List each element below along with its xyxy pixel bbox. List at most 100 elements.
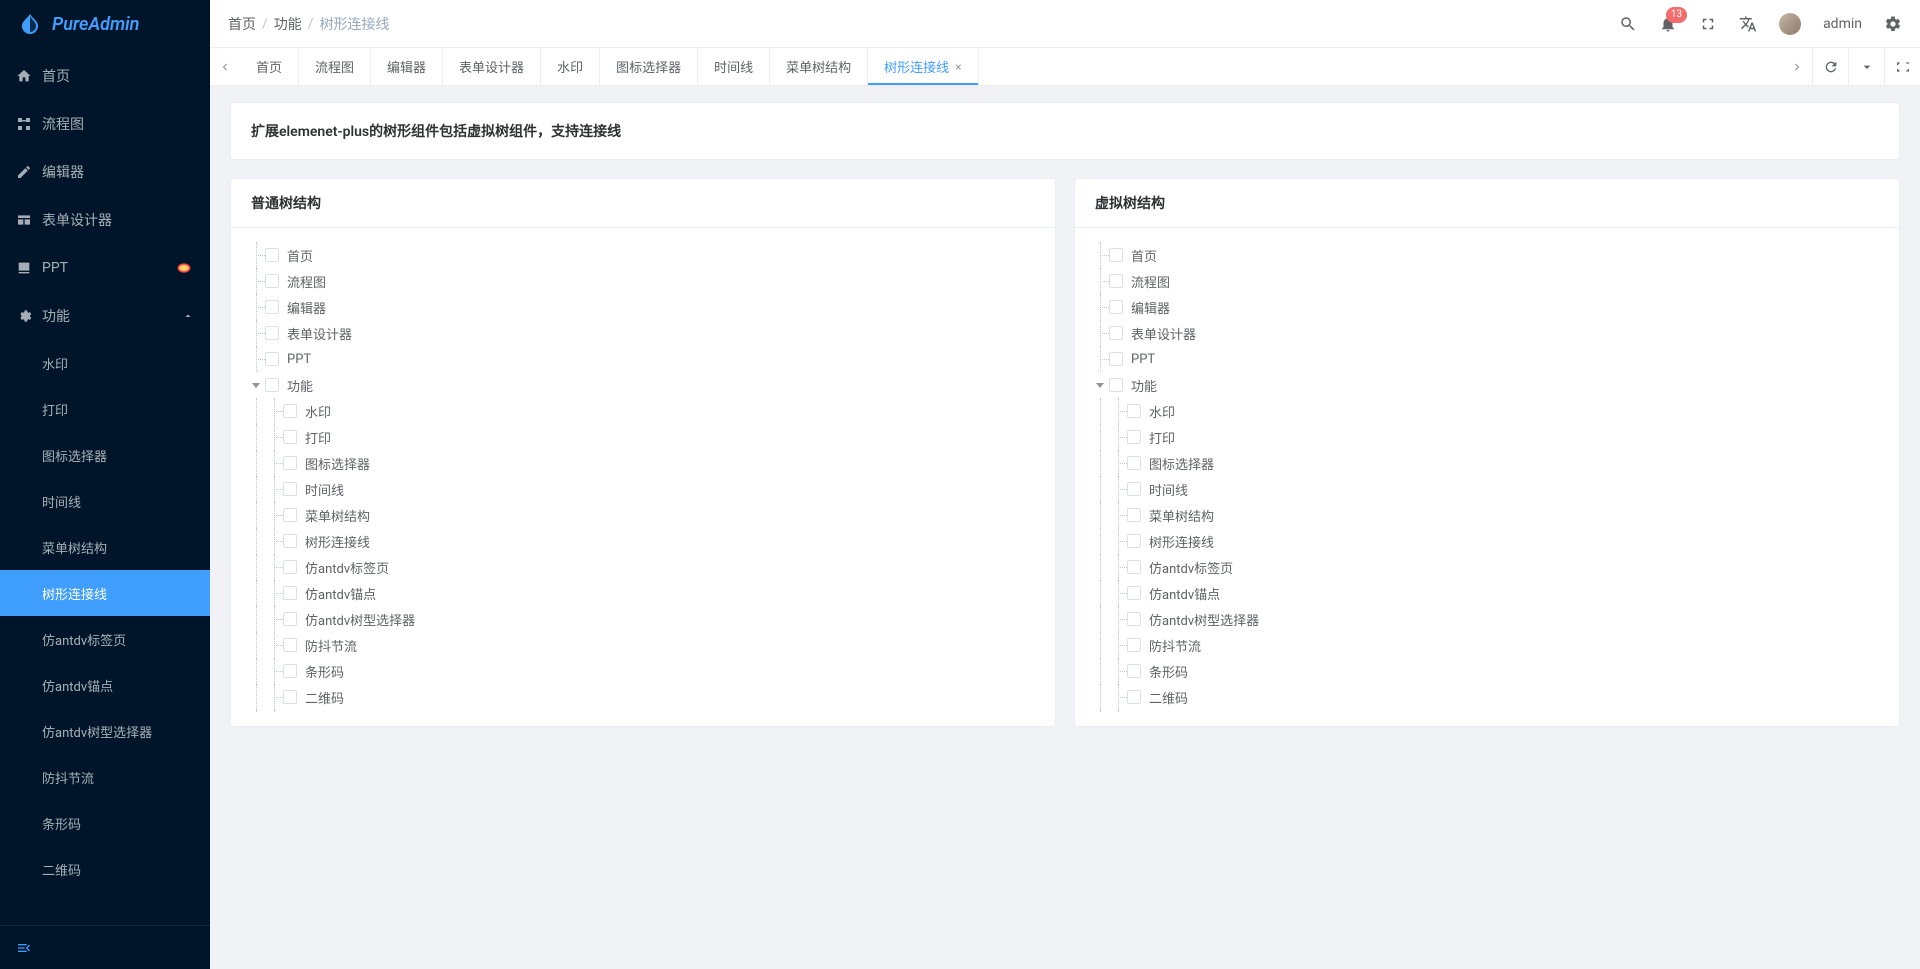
tree-node[interactable]: 仿antdv树型选择器 xyxy=(1091,606,1889,632)
tree-node[interactable]: 编辑器 xyxy=(1091,294,1889,320)
tree-node[interactable]: 仿antdv树型选择器 xyxy=(247,606,1045,632)
language-icon[interactable] xyxy=(1739,15,1757,33)
sidebar-item-编辑器[interactable]: 编辑器 xyxy=(0,148,210,196)
tree-normal[interactable]: 首页流程图编辑器表单设计器PPT功能水印打印图标选择器时间线菜单树结构树形连接线… xyxy=(247,242,1051,712)
tree-node[interactable]: 首页 xyxy=(1091,242,1889,268)
tree-node[interactable]: PPT xyxy=(1091,346,1889,372)
tab-水印[interactable]: 水印 xyxy=(541,48,600,85)
tree-checkbox[interactable] xyxy=(265,378,279,392)
close-icon[interactable]: × xyxy=(955,60,961,74)
tree-node[interactable]: 时间线 xyxy=(247,476,1045,502)
logo[interactable]: PureAdmin xyxy=(0,0,210,48)
tree-node[interactable]: 树形连接线 xyxy=(247,528,1045,554)
tabs-prev-button[interactable] xyxy=(210,48,240,85)
tab-树形连接线[interactable]: 树形连接线× xyxy=(868,48,978,85)
tree-checkbox[interactable] xyxy=(283,534,297,548)
tree-checkbox[interactable] xyxy=(1127,638,1141,652)
tree-node[interactable]: 表单设计器 xyxy=(1091,320,1889,346)
tab-编辑器[interactable]: 编辑器 xyxy=(371,48,443,85)
tree-node[interactable]: 功能 xyxy=(247,372,1045,398)
collapse-sidebar-button[interactable] xyxy=(0,925,210,969)
breadcrumb-item[interactable]: 功能 xyxy=(274,14,302,34)
tree-checkbox[interactable] xyxy=(1109,248,1123,262)
notifications-icon[interactable]: 13 xyxy=(1659,15,1677,33)
tree-node[interactable]: 图标选择器 xyxy=(247,450,1045,476)
tree-checkbox[interactable] xyxy=(1109,274,1123,288)
sidebar-subitem-仿antdv标签页[interactable]: 仿antdv标签页 xyxy=(0,616,210,662)
tree-node[interactable]: 编辑器 xyxy=(247,294,1045,320)
tree-node[interactable]: 防抖节流 xyxy=(247,632,1045,658)
refresh-button[interactable] xyxy=(1812,48,1848,85)
expand-toggle[interactable] xyxy=(1091,372,1109,398)
tree-node[interactable]: 菜单树结构 xyxy=(1091,502,1889,528)
tree-checkbox[interactable] xyxy=(283,482,297,496)
tree-node[interactable]: 菜单树结构 xyxy=(247,502,1045,528)
tree-checkbox[interactable] xyxy=(1127,404,1141,418)
tree-node[interactable]: 水印 xyxy=(247,398,1045,424)
tree-node[interactable]: 二维码 xyxy=(1091,684,1889,710)
tree-checkbox[interactable] xyxy=(283,404,297,418)
tree-checkbox[interactable] xyxy=(1127,612,1141,626)
sidebar-subitem-时间线[interactable]: 时间线 xyxy=(0,478,210,524)
tab-菜单树结构[interactable]: 菜单树结构 xyxy=(770,48,868,85)
tree-node[interactable]: 首页 xyxy=(247,242,1045,268)
sidebar-item-首页[interactable]: 首页 xyxy=(0,52,210,100)
tree-node[interactable]: 仿antdv标签页 xyxy=(1091,554,1889,580)
tree-node[interactable]: 图标选择器 xyxy=(1091,450,1889,476)
tree-checkbox[interactable] xyxy=(265,274,279,288)
sidebar-subitem-条形码[interactable]: 条形码 xyxy=(0,800,210,846)
tree-checkbox[interactable] xyxy=(265,352,279,366)
sidebar-subitem-图标选择器[interactable]: 图标选择器 xyxy=(0,432,210,478)
tree-node[interactable]: 水印 xyxy=(1091,398,1889,424)
tree-checkbox[interactable] xyxy=(1127,586,1141,600)
tree-checkbox[interactable] xyxy=(283,560,297,574)
tree-node[interactable]: PPT xyxy=(247,346,1045,372)
tree-checkbox[interactable] xyxy=(1127,560,1141,574)
tree-checkbox[interactable] xyxy=(265,300,279,314)
tree-checkbox[interactable] xyxy=(1127,690,1141,704)
fullscreen-icon[interactable] xyxy=(1699,15,1717,33)
tree-node[interactable]: 仿antdv锚点 xyxy=(1091,580,1889,606)
tree-node[interactable]: 仿antdv标签页 xyxy=(247,554,1045,580)
tree-checkbox[interactable] xyxy=(283,612,297,626)
tree-virtual[interactable]: 首页流程图编辑器表单设计器PPT功能水印打印图标选择器时间线菜单树结构树形连接线… xyxy=(1091,242,1895,712)
content-fullscreen-button[interactable] xyxy=(1884,48,1920,85)
tree-checkbox[interactable] xyxy=(283,638,297,652)
sidebar-item-流程图[interactable]: 流程图 xyxy=(0,100,210,148)
tree-checkbox[interactable] xyxy=(1127,508,1141,522)
sidebar-subitem-仿antdv树型选择器[interactable]: 仿antdv树型选择器 xyxy=(0,708,210,754)
tree-checkbox[interactable] xyxy=(283,586,297,600)
tree-checkbox[interactable] xyxy=(265,326,279,340)
tree-checkbox[interactable] xyxy=(1127,482,1141,496)
tree-checkbox[interactable] xyxy=(283,430,297,444)
tabs-next-button[interactable] xyxy=(1782,48,1812,85)
sidebar-item-功能[interactable]: 功能 xyxy=(0,292,210,340)
tab-时间线[interactable]: 时间线 xyxy=(698,48,770,85)
username[interactable]: admin xyxy=(1823,16,1862,32)
sidebar-item-PPT[interactable]: PPT xyxy=(0,244,210,292)
tree-checkbox[interactable] xyxy=(1109,300,1123,314)
tree-checkbox[interactable] xyxy=(1127,430,1141,444)
settings-icon[interactable] xyxy=(1884,15,1902,33)
tree-checkbox[interactable] xyxy=(1127,456,1141,470)
tab-流程图[interactable]: 流程图 xyxy=(299,48,371,85)
tree-checkbox[interactable] xyxy=(283,664,297,678)
tab-表单设计器[interactable]: 表单设计器 xyxy=(443,48,541,85)
tree-node[interactable]: 流程图 xyxy=(1091,268,1889,294)
tree-node[interactable]: 条形码 xyxy=(1091,658,1889,684)
avatar[interactable] xyxy=(1779,13,1801,35)
breadcrumb-item[interactable]: 首页 xyxy=(228,14,256,34)
tree-node[interactable]: 树形连接线 xyxy=(1091,528,1889,554)
tree-node[interactable]: 表单设计器 xyxy=(247,320,1045,346)
tree-node[interactable]: 时间线 xyxy=(1091,476,1889,502)
tree-node[interactable]: 功能 xyxy=(1091,372,1889,398)
tree-checkbox[interactable] xyxy=(1109,326,1123,340)
tree-node[interactable]: 条形码 xyxy=(247,658,1045,684)
sidebar-item-表单设计器[interactable]: 表单设计器 xyxy=(0,196,210,244)
tree-node[interactable]: 二维码 xyxy=(247,684,1045,710)
sidebar-subitem-防抖节流[interactable]: 防抖节流 xyxy=(0,754,210,800)
tree-checkbox[interactable] xyxy=(1127,534,1141,548)
sidebar-subitem-打印[interactable]: 打印 xyxy=(0,386,210,432)
tab-图标选择器[interactable]: 图标选择器 xyxy=(600,48,698,85)
sidebar-subitem-仿antdv锚点[interactable]: 仿antdv锚点 xyxy=(0,662,210,708)
